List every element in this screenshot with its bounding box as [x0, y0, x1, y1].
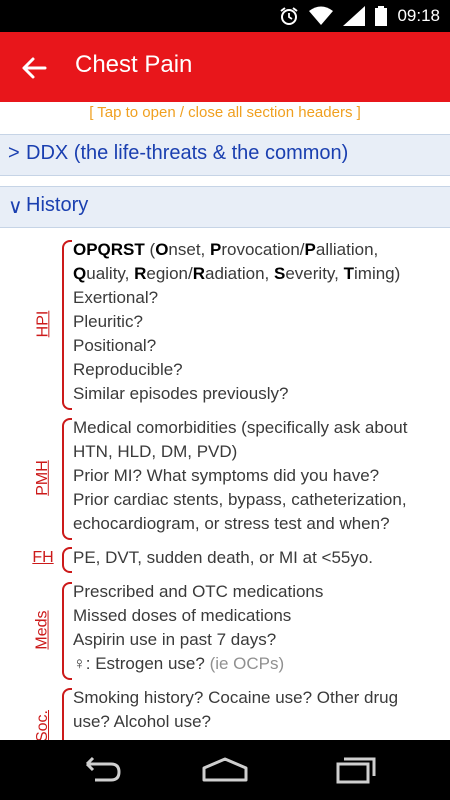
- history-group-pmh: PMH Medical comorbidities (specifically …: [0, 416, 450, 540]
- page-title: Chest Pain: [75, 51, 193, 78]
- section-header-ddx[interactable]: > DDX (the life-threats & the common): [0, 134, 450, 176]
- group-lines: OPQRST (Onset, Provocation/Palliation, Q…: [73, 238, 443, 406]
- list-item: Medical comorbidities (specifically ask …: [73, 418, 408, 437]
- section-label: DDX (the life-threats & the common): [26, 142, 349, 164]
- hpi-tag: HPI: [34, 310, 52, 338]
- history-group-fh: FH PE, DVT, sudden death, or MI at <55yo…: [0, 546, 450, 574]
- chevron-right-icon: >: [8, 142, 20, 164]
- list-item: Pleuritic?: [73, 312, 143, 331]
- signal-icon: [343, 6, 366, 26]
- navigation-bar: [0, 740, 450, 800]
- list-item: Aspirin use in past 7 days?: [73, 630, 277, 649]
- fh-tag: FH: [32, 549, 54, 566]
- group-tag: PMH: [30, 416, 56, 540]
- chevron-down-icon: ∨: [8, 196, 23, 218]
- group-tag: HPI: [30, 238, 56, 410]
- app-bar: Chest Pain: [0, 32, 450, 102]
- group-lines: Medical comorbidities (specifically ask …: [73, 416, 443, 536]
- list-item: PE, DVT, sudden death, or MI at <55yo.: [73, 548, 374, 567]
- home-icon[interactable]: [200, 754, 250, 786]
- group-tag: FH: [30, 546, 56, 570]
- list-item: Prescribed and OTC medications: [73, 582, 324, 601]
- group-lines: Smoking history? Cocaine use? Other drug…: [73, 686, 443, 734]
- group-bracket: [62, 582, 72, 680]
- section-header-history[interactable]: ∨ History: [0, 186, 450, 228]
- list-item: echocardiogram, or stress test and when?: [73, 514, 390, 533]
- alarm-icon: [280, 7, 299, 25]
- content-area[interactable]: [ Tap to open / close all section header…: [0, 102, 450, 740]
- group-tag: Soc.: [30, 686, 56, 740]
- back-icon[interactable]: [75, 754, 125, 786]
- list-item: use? Alcohol use?: [73, 712, 211, 731]
- section-label: History: [26, 194, 89, 216]
- pmh-tag: PMH: [34, 460, 51, 496]
- group-bracket: [62, 547, 72, 573]
- meds-tag: Meds: [34, 610, 51, 650]
- opqrst-line-2: Quality, Region/Radiation, Severity, Tim…: [73, 264, 401, 283]
- list-item: Exertional?: [73, 288, 159, 307]
- history-group-soc: Soc. Smoking history? Cocaine use? Other…: [0, 686, 450, 740]
- list-item: Prior MI? What symptoms did you have?: [73, 466, 380, 485]
- back-arrow-icon[interactable]: [20, 54, 48, 82]
- group-bracket: [62, 240, 72, 410]
- list-item: Prior cardiac stents, bypass, catheteriz…: [73, 490, 407, 509]
- group-tag: Meds: [30, 580, 56, 680]
- group-lines: Prescribed and OTC medications Missed do…: [73, 580, 443, 676]
- list-item: Similar episodes previously?: [73, 384, 289, 403]
- soc-tag: Soc.: [34, 709, 52, 740]
- list-item: Smoking history? Cocaine use? Other drug: [73, 688, 399, 707]
- list-item: Reproducible?: [73, 360, 183, 379]
- list-item: Positional?: [73, 336, 157, 355]
- battery-icon: [375, 6, 388, 26]
- history-group-hpi: HPI OPQRST (Onset, Provocation/Palliatio…: [0, 238, 450, 410]
- opqrst-line: OPQRST (Onset, Provocation/Palliation,: [73, 240, 379, 259]
- status-bar: 09:18: [0, 0, 450, 32]
- list-item: HTN, HLD, DM, PVD): [73, 442, 238, 461]
- female-estrogen-line: ♀: Estrogen use? (ie OCPs): [73, 654, 285, 673]
- group-lines: PE, DVT, sudden death, or MI at <55yo.: [73, 546, 443, 570]
- wifi-icon: [309, 6, 334, 25]
- list-item: Missed doses of medications: [73, 606, 292, 625]
- history-group-meds: Meds Prescribed and OTC medications Miss…: [0, 580, 450, 680]
- toggle-all-sections-link[interactable]: [ Tap to open / close all section header…: [0, 104, 450, 121]
- group-bracket: [62, 418, 72, 540]
- clock: 09:18: [397, 6, 440, 25]
- recents-icon[interactable]: [330, 754, 380, 786]
- group-bracket: [62, 688, 72, 740]
- status-icons: 09:18: [279, 5, 440, 27]
